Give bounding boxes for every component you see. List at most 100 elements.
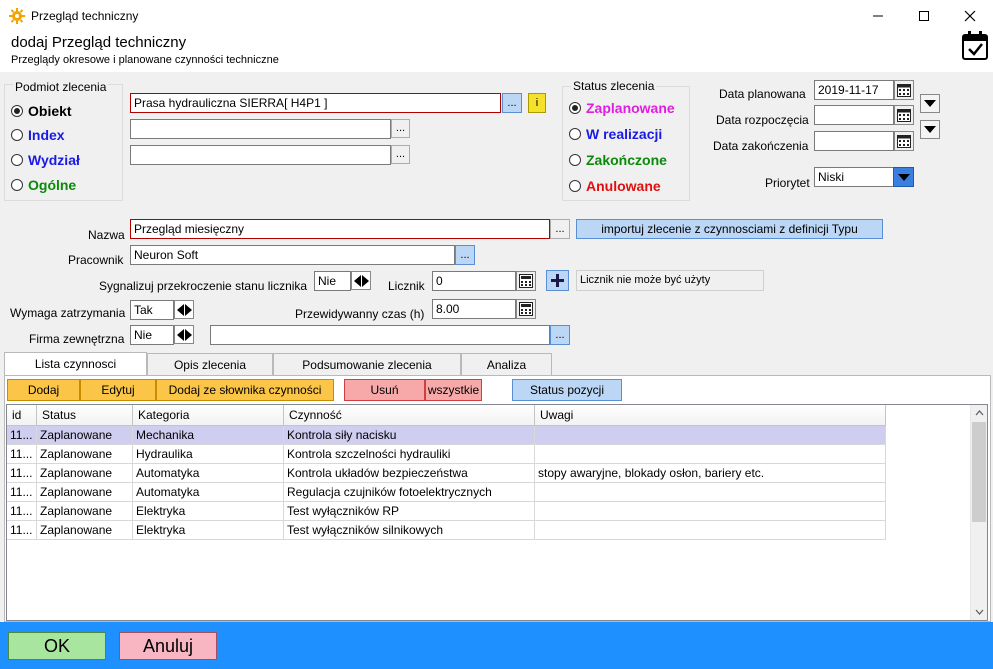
external-company-flag[interactable]: Nie bbox=[130, 325, 174, 345]
column-header-status[interactable]: Status bbox=[37, 405, 133, 426]
tab-podsumowanie-zlecenia[interactable]: Podsumowanie zlecenia bbox=[273, 353, 461, 375]
status-option-label: Anulowane bbox=[586, 178, 661, 194]
column-header-category[interactable]: Kategoria bbox=[133, 405, 284, 426]
calculator-icon[interactable] bbox=[516, 299, 536, 319]
table-row[interactable]: 11... Zaplanowane Automatyka Kontrola uk… bbox=[7, 464, 886, 483]
cell-id: 11... bbox=[7, 445, 37, 464]
status-radio-zakonczone[interactable]: Zakończone bbox=[569, 152, 667, 168]
name-select-button[interactable]: ... bbox=[550, 219, 570, 239]
delete-all-button[interactable]: wszystkie bbox=[425, 379, 482, 401]
calendar-icon[interactable] bbox=[894, 105, 914, 125]
status-option-label: Zaplanowane bbox=[586, 100, 675, 116]
calendar-icon[interactable] bbox=[894, 131, 914, 151]
calculator-icon[interactable] bbox=[516, 271, 536, 291]
edit-button[interactable]: Edytuj bbox=[80, 379, 156, 401]
worker-select-button[interactable]: ... bbox=[455, 245, 475, 265]
subject-field-2-button[interactable]: ... bbox=[391, 119, 410, 138]
ok-button[interactable]: OK bbox=[8, 632, 106, 660]
cell-category: Elektryka bbox=[133, 502, 284, 521]
scroll-thumb[interactable] bbox=[972, 422, 986, 522]
cell-notes bbox=[535, 445, 886, 464]
cancel-button[interactable]: Anuluj bbox=[119, 632, 217, 660]
footer-bar: OK Anuluj bbox=[0, 622, 993, 669]
subject-group-label: Podmiot zlecenia bbox=[13, 80, 109, 94]
stop-required-toggle[interactable] bbox=[174, 300, 194, 319]
table-row[interactable]: 11... Zaplanowane Hydraulika Kontrola sz… bbox=[7, 445, 886, 464]
worker-field[interactable]: Neuron Soft bbox=[130, 245, 455, 265]
status-radio-zaplanowane[interactable]: Zaplanowane bbox=[569, 100, 675, 116]
subject-option-label: Ogólne bbox=[28, 177, 77, 193]
subject-field-3[interactable] bbox=[130, 145, 391, 165]
position-status-button[interactable]: Status pozycji bbox=[512, 379, 622, 401]
stop-required-field[interactable]: Tak bbox=[130, 300, 174, 320]
scroll-up-button[interactable] bbox=[971, 405, 987, 421]
estimated-time-label: Przewidywanny czas (h) bbox=[295, 307, 425, 321]
vertical-scrollbar[interactable] bbox=[970, 405, 987, 620]
tab-opis-zlecenia[interactable]: Opis zlecenia bbox=[147, 353, 273, 375]
planned-date-dropdown[interactable] bbox=[920, 94, 940, 113]
start-date-dropdown[interactable] bbox=[920, 120, 940, 139]
object-select-button[interactable]: ... bbox=[502, 93, 522, 113]
table-row[interactable]: 11... Zaplanowane Automatyka Regulacja c… bbox=[7, 483, 886, 502]
subject-radio-wydzial[interactable]: Wydział bbox=[11, 152, 80, 168]
activities-table[interactable]: id Status Kategoria Czynność Uwagi 11...… bbox=[6, 404, 988, 621]
cell-activity: Kontrola siły nacisku bbox=[284, 426, 535, 445]
planned-date-field[interactable]: 2019-11-17 bbox=[814, 80, 894, 100]
calendar-icon[interactable] bbox=[894, 80, 914, 100]
cell-id: 11... bbox=[7, 502, 37, 521]
cell-category: Mechanika bbox=[133, 426, 284, 445]
add-from-dictionary-button[interactable]: Dodaj ze słownika czynności bbox=[156, 379, 334, 401]
name-field[interactable]: Przegląd miesięczny bbox=[130, 219, 550, 239]
cell-status: Zaplanowane bbox=[37, 483, 133, 502]
start-date-label: Data rozpoczęcia bbox=[716, 113, 809, 127]
add-button[interactable]: Dodaj bbox=[7, 379, 80, 401]
chevron-down-icon bbox=[924, 100, 936, 107]
chevron-left-icon bbox=[176, 328, 184, 341]
cell-activity: Kontrola układów bezpieczeństwa bbox=[284, 464, 535, 483]
subject-radio-index[interactable]: Index bbox=[11, 127, 65, 143]
end-date-field[interactable] bbox=[814, 131, 894, 151]
subject-field-2[interactable] bbox=[130, 119, 391, 139]
minimize-button[interactable] bbox=[855, 0, 901, 31]
status-radio-anulowane[interactable]: Anulowane bbox=[569, 178, 661, 194]
object-field[interactable]: Prasa hydrauliczna SIERRA[ H4P1 ] bbox=[130, 93, 501, 113]
priority-dropdown-button[interactable] bbox=[893, 167, 914, 187]
plus-icon[interactable] bbox=[546, 270, 569, 291]
signal-counter-field[interactable]: Nie bbox=[314, 271, 351, 291]
radio-indicator bbox=[11, 179, 23, 191]
start-date-field[interactable] bbox=[814, 105, 894, 125]
maximize-button[interactable] bbox=[901, 0, 947, 31]
counter-field[interactable]: 0 bbox=[432, 271, 516, 291]
scroll-down-button[interactable] bbox=[971, 604, 987, 620]
column-header-id[interactable]: id bbox=[7, 405, 37, 426]
subject-radio-ogolne[interactable]: Ogólne bbox=[11, 177, 76, 193]
info-button[interactable]: i bbox=[528, 93, 546, 113]
column-header-notes[interactable]: Uwagi bbox=[535, 405, 886, 426]
external-company-select-button[interactable]: ... bbox=[550, 325, 570, 345]
external-company-field[interactable] bbox=[210, 325, 550, 345]
external-company-toggle[interactable] bbox=[174, 325, 194, 344]
cell-status: Zaplanowane bbox=[37, 464, 133, 483]
delete-button[interactable]: Usuń bbox=[344, 379, 425, 401]
chevron-down-icon bbox=[897, 173, 910, 181]
dialog-header: dodaj Przegląd techniczny Przeglądy okre… bbox=[0, 31, 993, 72]
subject-field-3-button[interactable]: ... bbox=[391, 145, 410, 164]
priority-select[interactable]: Niski bbox=[814, 167, 894, 187]
signal-counter-toggle[interactable] bbox=[351, 271, 371, 290]
header-title: dodaj Przegląd techniczny bbox=[11, 34, 187, 51]
table-row[interactable]: 11... Zaplanowane Elektryka Test wyłączn… bbox=[7, 502, 886, 521]
status-radio-w-realizacji[interactable]: W realizacji bbox=[569, 126, 662, 142]
subject-radio-obiekt[interactable]: Obiekt bbox=[11, 103, 72, 119]
tab-analiza[interactable]: Analiza bbox=[461, 353, 552, 375]
table-row[interactable]: 11... Zaplanowane Mechanika Kontrola sił… bbox=[7, 426, 886, 445]
table-row[interactable]: 11... Zaplanowane Elektryka Test wyłączn… bbox=[7, 521, 886, 540]
header-subtitle: Przeglądy okresowe i planowane czynności… bbox=[11, 54, 279, 66]
calendar-check-icon[interactable] bbox=[961, 31, 989, 61]
radio-indicator bbox=[11, 129, 23, 141]
tab-lista-czynnosci[interactable]: Lista czynnosci bbox=[4, 352, 147, 375]
import-template-button[interactable]: importuj zlecenie z czynnosciami z defin… bbox=[576, 219, 883, 239]
cell-category: Automatyka bbox=[133, 464, 284, 483]
close-button[interactable] bbox=[947, 0, 993, 31]
estimated-time-field[interactable]: 8.00 bbox=[432, 299, 516, 319]
column-header-activity[interactable]: Czynność bbox=[284, 405, 535, 426]
